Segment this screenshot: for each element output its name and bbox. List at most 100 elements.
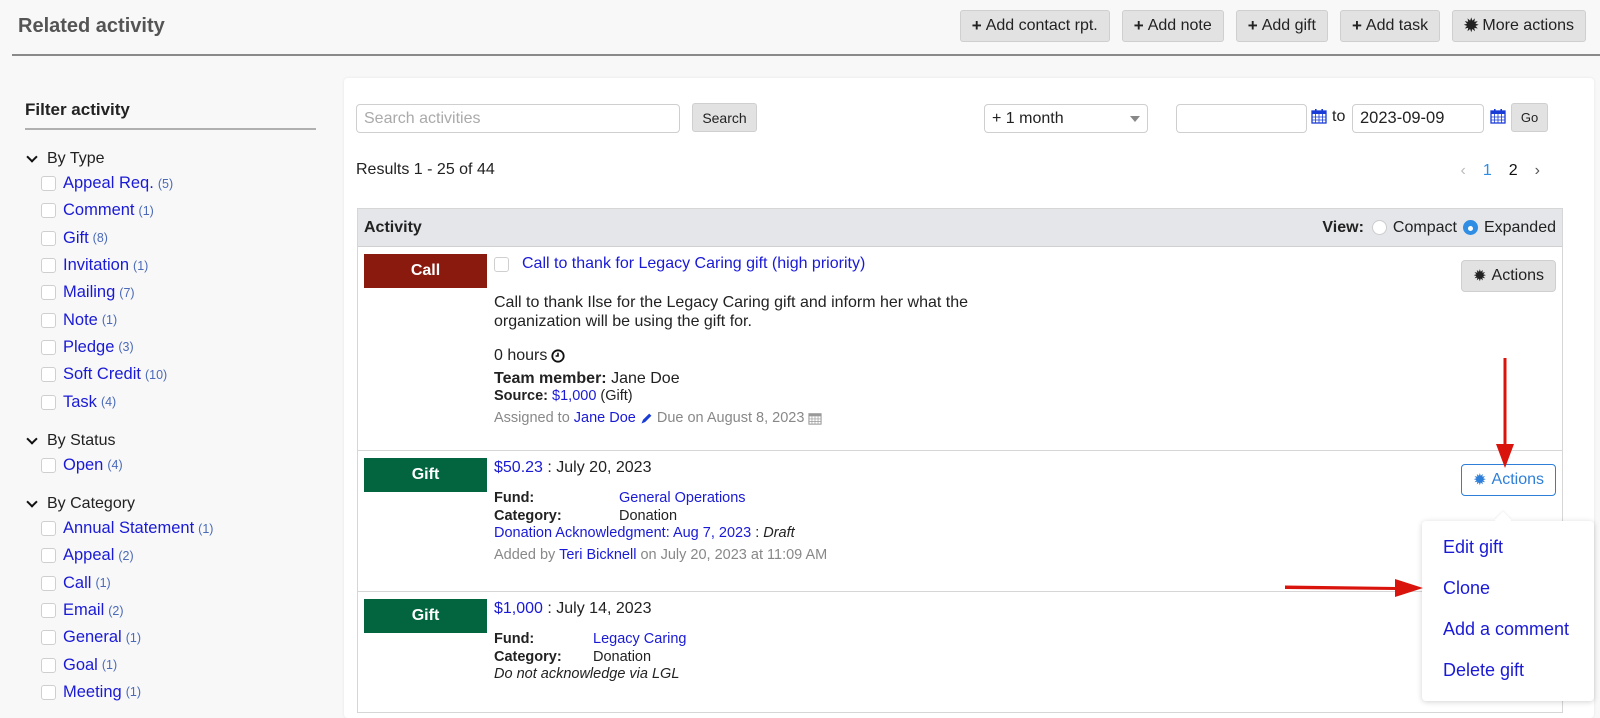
filter-checkbox[interactable] bbox=[41, 203, 56, 219]
fund-label: Fund: bbox=[494, 631, 535, 647]
filter-checkbox[interactable] bbox=[41, 630, 56, 646]
filter-item: Task (4) bbox=[25, 388, 316, 415]
date-to-input[interactable] bbox=[1352, 104, 1484, 133]
filter-link[interactable]: Appeal Req. bbox=[63, 174, 154, 193]
fund-label: Fund: bbox=[494, 490, 535, 506]
filter-checkbox[interactable] bbox=[41, 176, 56, 192]
filter-checkbox[interactable] bbox=[41, 657, 56, 673]
view-compact-label[interactable]: Compact bbox=[1393, 219, 1457, 237]
pagination: ‹ 1 2 › bbox=[1461, 162, 1540, 180]
date-range-select[interactable]: + 1 month bbox=[984, 104, 1148, 133]
fund-link[interactable]: General Operations bbox=[619, 489, 1562, 507]
gift-amount-link[interactable]: $50.23 bbox=[494, 459, 543, 476]
gift-details: Fund: General Operations Category: Donat… bbox=[494, 489, 1562, 525]
filter-link[interactable]: Mailing bbox=[63, 283, 115, 302]
table-header: Activity View: Compact Expanded bbox=[358, 209, 1562, 247]
filter-link[interactable]: Annual Statement bbox=[63, 519, 194, 538]
assigned-to-link[interactable]: Jane Doe bbox=[574, 410, 636, 426]
filter-item: Appeal Req. (5) bbox=[25, 170, 316, 197]
activity-title-link[interactable]: Call to thank for Legacy Caring gift (hi… bbox=[522, 255, 865, 273]
filter-link[interactable]: Invitation bbox=[63, 256, 129, 275]
page-2[interactable]: 2 bbox=[1509, 162, 1518, 180]
filter-group: By Type Appeal Req. (5) Comment (1) Gift (8) In… bbox=[25, 148, 316, 416]
filter-link[interactable]: Appeal bbox=[63, 546, 114, 565]
filter-checkbox[interactable] bbox=[41, 575, 56, 591]
search-button[interactable]: Search bbox=[692, 103, 757, 132]
filter-checkbox[interactable] bbox=[41, 258, 56, 274]
added-by-link[interactable]: Teri Bicknell bbox=[559, 547, 636, 563]
row-actions-button-open[interactable]: ✹ Actions bbox=[1461, 464, 1556, 496]
filter-group-toggle[interactable]: By Category bbox=[25, 493, 316, 515]
pencil-icon[interactable] bbox=[640, 412, 653, 425]
filter-checkbox[interactable] bbox=[41, 684, 56, 700]
task-complete-checkbox[interactable] bbox=[494, 256, 509, 272]
calendar-icon[interactable] bbox=[1490, 109, 1506, 124]
prev-page-icon[interactable]: ‹ bbox=[1461, 162, 1466, 180]
filter-item: Email (2) bbox=[25, 597, 316, 624]
fund-link[interactable]: Legacy Caring bbox=[593, 630, 1562, 648]
add-note-button[interactable]: + Add note bbox=[1121, 10, 1224, 42]
date-from-input[interactable] bbox=[1176, 104, 1307, 133]
filter-checkbox[interactable] bbox=[41, 367, 56, 383]
team-member-label: Team member: bbox=[494, 370, 607, 387]
gift-amount-link[interactable]: $1,000 bbox=[494, 600, 543, 617]
menu-item-clone[interactable]: Clone bbox=[1422, 568, 1594, 609]
view-compact-radio[interactable] bbox=[1371, 220, 1387, 235]
category-value: Donation bbox=[593, 649, 652, 665]
source-amount-link[interactable]: $1,000 bbox=[552, 388, 596, 404]
filter-count: (1) bbox=[101, 313, 118, 328]
add-contact-report-button[interactable]: + Add contact rpt. bbox=[959, 10, 1110, 42]
filter-link[interactable]: General bbox=[63, 628, 122, 647]
filter-link[interactable]: Call bbox=[63, 574, 91, 593]
filter-link[interactable]: Task bbox=[63, 393, 97, 412]
filter-checkbox[interactable] bbox=[41, 285, 56, 301]
filter-link[interactable]: Gift bbox=[63, 229, 89, 248]
added-timestamp: on July 20, 2023 at 11:09 AM bbox=[640, 547, 828, 563]
filter-checkbox[interactable] bbox=[41, 548, 56, 564]
add-task-button[interactable]: + Add task bbox=[1339, 10, 1441, 42]
acknowledgment-link[interactable]: Donation Acknowledgment: Aug 7, 2023 bbox=[494, 525, 751, 541]
search-input[interactable] bbox=[356, 104, 680, 133]
filter-group: By Category Annual Statement (1) Appeal (2) C… bbox=[25, 493, 316, 706]
filter-checkbox[interactable] bbox=[41, 457, 56, 473]
filter-count: (1) bbox=[133, 258, 149, 273]
next-page-icon[interactable]: › bbox=[1535, 162, 1540, 180]
gear-icon: ✹ bbox=[1473, 472, 1487, 489]
filter-checkbox[interactable] bbox=[41, 312, 56, 328]
filter-item: Invitation (1) bbox=[25, 252, 316, 279]
more-actions-button[interactable]: ✹ More actions bbox=[1452, 10, 1586, 42]
menu-item-edit-gift[interactable]: Edit gift bbox=[1422, 527, 1594, 568]
filter-group-toggle[interactable]: By Status bbox=[25, 430, 316, 452]
calendar-icon[interactable] bbox=[1311, 109, 1327, 124]
view-expanded-radio[interactable] bbox=[1462, 220, 1478, 235]
filter-link[interactable]: Open bbox=[63, 456, 103, 475]
menu-item-add-comment[interactable]: Add a comment bbox=[1422, 609, 1594, 650]
add-gift-button[interactable]: + Add gift bbox=[1235, 10, 1328, 42]
button-label: Add gift bbox=[1261, 17, 1316, 34]
filter-checkbox[interactable] bbox=[41, 339, 56, 355]
filter-link[interactable]: Pledge bbox=[63, 338, 114, 357]
filter-link[interactable]: Note bbox=[63, 311, 98, 330]
filter-link[interactable]: Email bbox=[63, 601, 104, 620]
filter-count: (7) bbox=[119, 285, 135, 300]
filter-count: (2) bbox=[108, 603, 124, 618]
filter-checkbox[interactable] bbox=[41, 394, 56, 410]
filter-checkbox[interactable] bbox=[41, 603, 56, 618]
go-button[interactable]: Go bbox=[1511, 103, 1548, 132]
filter-count: (5) bbox=[157, 176, 174, 191]
filter-checkbox[interactable] bbox=[41, 230, 56, 246]
calendar-icon bbox=[808, 412, 822, 425]
filter-link[interactable]: Meeting bbox=[63, 683, 122, 702]
row-actions-button[interactable]: ✹ Actions bbox=[1461, 260, 1556, 292]
clock-icon bbox=[551, 349, 565, 363]
view-expanded-label[interactable]: Expanded bbox=[1484, 219, 1556, 237]
page-1[interactable]: 1 bbox=[1483, 162, 1492, 180]
menu-item-delete-gift[interactable]: Delete gift bbox=[1422, 650, 1594, 691]
filter-checkbox[interactable] bbox=[41, 521, 56, 537]
filter-link[interactable]: Comment bbox=[63, 201, 135, 220]
filter-group-toggle[interactable]: By Type bbox=[25, 148, 316, 170]
filter-link[interactable]: Soft Credit bbox=[63, 365, 141, 384]
button-label: Add note bbox=[1147, 17, 1212, 34]
activity-column-header: Activity bbox=[364, 218, 422, 236]
filter-link[interactable]: Goal bbox=[63, 656, 98, 675]
